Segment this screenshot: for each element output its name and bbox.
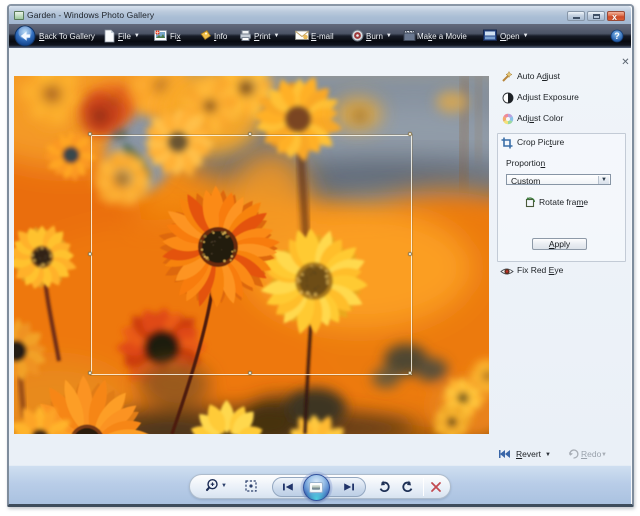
- svg-text:?: ?: [614, 31, 620, 41]
